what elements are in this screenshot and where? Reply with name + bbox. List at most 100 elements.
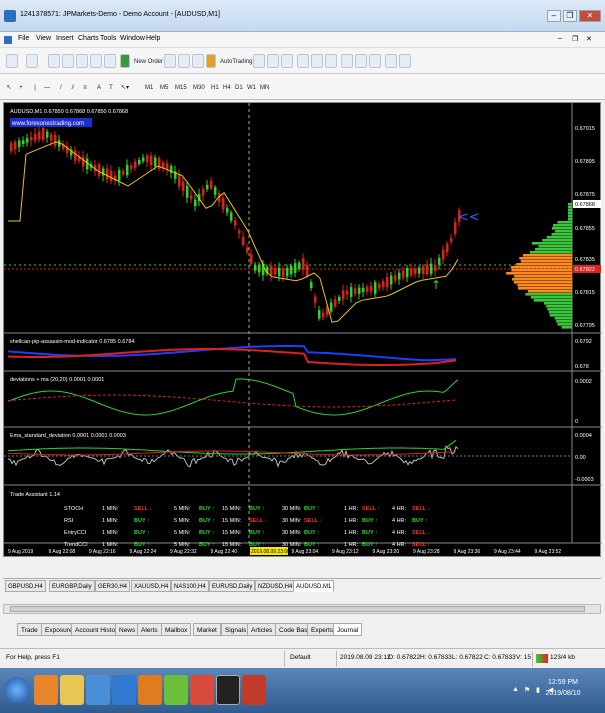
timeframe-mn[interactable]: MN [257,80,272,94]
vertical-line-icon[interactable]: | [30,80,40,94]
start-button-icon[interactable] [4,677,30,703]
candle-body [162,162,165,169]
terminal-tab-news[interactable]: News [115,623,140,636]
menu-insert[interactable]: Insert [56,35,74,42]
text-icon[interactable]: A [94,80,104,94]
terminal-icon[interactable] [90,54,102,68]
profile-name[interactable]: Default [290,654,311,661]
child-close-icon[interactable]: ✕ [586,35,592,43]
tile-windows-icon[interactable] [325,54,337,68]
menu-help[interactable]: Help [146,35,160,42]
chart-window[interactable]: ↑ << AUDUSD,M1 0.67850 0.67868 0.67850 0… [3,102,602,558]
chart-tab-eurusd[interactable]: EURUSD,Daily [209,580,256,592]
bar-low: L: 0.67822 [452,654,483,661]
connection-bars-icon [536,654,548,663]
indicators-icon[interactable] [369,54,381,68]
zoom-in-icon[interactable] [297,54,309,68]
zoom-out-icon[interactable] [311,54,323,68]
child-restore-icon[interactable]: ❐ [572,35,578,43]
child-minimize-icon[interactable]: – [558,35,562,42]
trendline-icon[interactable]: / [56,80,66,94]
market-watch-icon[interactable] [48,54,60,68]
timeframe-m15[interactable]: M15 [172,80,190,94]
chart-shift-icon[interactable] [341,54,353,68]
menu-view[interactable]: View [36,35,51,42]
profiles-icon[interactable] [26,54,38,68]
menu-charts[interactable]: Charts [78,35,99,42]
market-icon[interactable] [192,54,204,68]
timeframe-m1[interactable]: M1 [142,80,156,94]
buy-signal: BUY ↑ [304,542,320,548]
line-chart-icon[interactable] [281,54,293,68]
horizontal-line-icon[interactable]: — [42,80,52,94]
terminal-tab-trade[interactable]: Trade [17,623,42,636]
utorrent-icon[interactable] [164,675,188,705]
menu-file[interactable]: File [18,35,29,42]
candle-body [382,281,385,287]
timeframe-m5[interactable]: M5 [157,80,171,94]
chart-tab-audusd[interactable]: AUDUSD,M1 [293,580,335,592]
chart-tab-ger30[interactable]: GER30,H4 [95,580,131,592]
candlestick-icon[interactable] [267,54,279,68]
candle-body [306,264,309,276]
chrome-icon[interactable] [190,675,214,705]
metatrader-taskbar-icon[interactable] [216,675,240,705]
browser-icon[interactable] [86,675,110,705]
metaeditor-icon[interactable] [164,54,176,68]
equidistant-channel-icon[interactable]: ⫽ [68,80,78,94]
terminal-tab-journal[interactable]: Journal [333,623,363,636]
terminal-tab-market[interactable]: Market [193,623,221,636]
chart-canvas[interactable]: ↑ << AUDUSD,M1 0.67850 0.67868 0.67850 0… [4,103,602,558]
signals-icon[interactable] [178,54,190,68]
autotrading-button[interactable]: AutoTrading [217,54,255,68]
chart-tab-nzdusd[interactable]: NZDUSD,H4 [255,580,296,592]
scrollbar-thumb[interactable] [10,606,585,612]
navigator-icon[interactable] [76,54,88,68]
new-order-button[interactable]: New Order [131,54,166,68]
new-order-icon[interactable] [120,54,130,68]
timeframe-m30[interactable]: M30 [190,80,208,94]
media-player-icon[interactable] [34,675,58,705]
bar-chart-icon[interactable] [253,54,265,68]
time-tick: 9 Aug 22:24 [130,549,157,555]
terminal-tab-mailbox[interactable]: Mailbox [161,623,192,636]
new-chart-icon[interactable] [6,54,18,68]
terminal-tab-signals[interactable]: Signals [221,623,251,636]
auto-scroll-icon[interactable] [355,54,367,68]
periods-icon[interactable] [385,54,397,68]
cursor-icon[interactable]: ↖ [4,80,14,94]
strategy-tester-icon[interactable] [104,54,116,68]
chart-tab-gbpusd[interactable]: GBPUSD,H4 [5,580,46,592]
autotrading-icon[interactable] [206,54,216,68]
file-explorer-icon[interactable] [60,675,84,705]
text-label-icon[interactable]: T [106,80,116,94]
arrows-icon[interactable]: ↖▾ [118,80,132,94]
buy-arrow-icon: ↑ [431,278,441,292]
internet-explorer-icon[interactable] [112,675,136,705]
crosshair-icon[interactable]: + [16,80,26,94]
volume-profile-bar [553,224,572,227]
archive-icon[interactable] [242,675,266,705]
firefox-icon[interactable] [138,675,162,705]
close-button[interactable]: ✕ [579,10,601,22]
restore-button[interactable]: ❐ [563,10,577,22]
templates-icon[interactable] [399,54,411,68]
chart-tab-eurgbp[interactable]: EURGBP,Daily [49,580,95,592]
tray-arrow-icon[interactable]: ▲ [512,686,519,693]
terminal-tab-articles[interactable]: Articles [247,623,277,636]
moving-average-line [8,141,459,323]
menu-window[interactable]: Window [120,35,145,42]
menu-tools[interactable]: Tools [100,35,116,42]
chart-tab-nas100[interactable]: NAS100,H4 [171,580,209,592]
current-price-tag: 0.67822 [575,267,595,273]
terminal-tab-alerts[interactable]: Alerts [137,623,162,636]
terminal-scrollbar[interactable] [3,604,601,614]
candle-body [122,170,125,175]
taskbar-clock[interactable]: 12:59 PM 2019/08/10 [533,677,593,699]
buy-signal: BUY ↑ [199,506,215,512]
minimize-button[interactable]: – [547,10,561,22]
fibonacci-icon[interactable]: ≡ [80,80,90,94]
chart-tab-xauusd[interactable]: XAUUSD,H4 [131,580,172,592]
data-window-icon[interactable] [62,54,74,68]
tray-flag-icon[interactable]: ⚑ [524,686,530,694]
